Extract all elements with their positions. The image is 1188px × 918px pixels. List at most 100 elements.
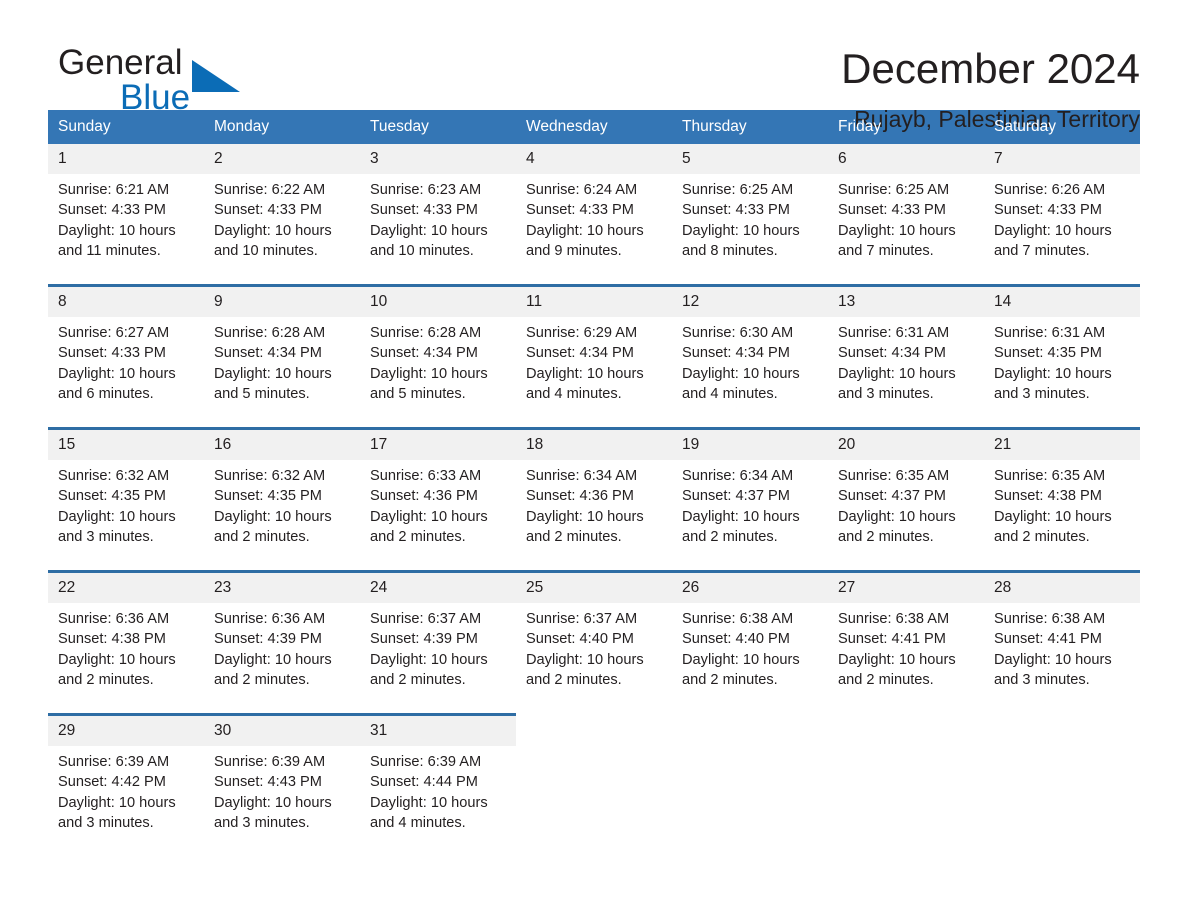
sunset-text: Sunset: 4:38 PM	[994, 488, 1102, 505]
sunrise-text: Sunrise: 6:26 AM	[994, 182, 1106, 198]
day-number-cell[interactable]: 5	[672, 144, 828, 174]
day-detail-cell: Sunrise: 6:27 AM Sunset: 4:33 PM Daylight:…	[48, 317, 204, 429]
daylight-text-line2: and 3 minutes.	[994, 671, 1090, 688]
day-number-cell[interactable]: 28	[984, 570, 1140, 603]
daylight-text-line1: Daylight: 10 hours	[838, 222, 956, 239]
sunset-text: Sunset: 4:33 PM	[370, 202, 478, 219]
daylight-text-line1: Daylight: 10 hours	[370, 794, 488, 811]
daylight-text-line1: Daylight: 10 hours	[682, 508, 800, 525]
sunset-text: Sunset: 4:33 PM	[838, 202, 946, 219]
day-number-cell[interactable]: 21	[984, 427, 1140, 460]
day-number-cell[interactable]: 23	[204, 570, 360, 603]
day-detail-empty	[828, 746, 984, 856]
sunrise-text: Sunrise: 6:37 AM	[370, 611, 482, 627]
sunrise-text: Sunrise: 6:39 AM	[58, 754, 170, 770]
day-number-cell[interactable]: 16	[204, 427, 360, 460]
daylight-text-line1: Daylight: 10 hours	[58, 508, 176, 525]
daylight-text-line2: and 7 minutes.	[838, 242, 934, 259]
day-number-cell[interactable]: 15	[48, 427, 204, 460]
day-number-cell[interactable]: 13	[828, 284, 984, 317]
sunset-text: Sunset: 4:33 PM	[682, 202, 790, 219]
day-number-cell[interactable]: 30	[204, 713, 360, 746]
daylight-text-line2: and 4 minutes.	[370, 814, 466, 831]
sunrise-text: Sunrise: 6:35 AM	[994, 468, 1106, 484]
day-detail-cell: Sunrise: 6:28 AM Sunset: 4:34 PM Daylight:…	[204, 317, 360, 429]
daylight-text-line1: Daylight: 10 hours	[58, 651, 176, 668]
sunset-text: Sunset: 4:33 PM	[526, 202, 634, 219]
sunrise-text: Sunrise: 6:25 AM	[838, 182, 950, 198]
day-number-cell[interactable]: 7	[984, 144, 1140, 174]
daylight-text-line1: Daylight: 10 hours	[526, 508, 644, 525]
day-number-cell[interactable]: 10	[360, 284, 516, 317]
day-number-cell[interactable]: 14	[984, 284, 1140, 317]
sunset-text: Sunset: 4:36 PM	[370, 488, 478, 505]
day-number-cell[interactable]: 29	[48, 713, 204, 746]
day-number-cell[interactable]: 8	[48, 284, 204, 317]
sunset-text: Sunset: 4:44 PM	[370, 774, 478, 791]
day-number-cell[interactable]: 12	[672, 284, 828, 317]
general-blue-logo[interactable]: General Blue	[48, 44, 248, 118]
daylight-text-line1: Daylight: 10 hours	[526, 222, 644, 239]
day-number-cell[interactable]: 4	[516, 144, 672, 174]
sunset-text: Sunset: 4:39 PM	[370, 631, 478, 648]
weekday-header-wednesday: Wednesday	[516, 110, 672, 144]
sunrise-text: Sunrise: 6:39 AM	[370, 754, 482, 770]
sunrise-text: Sunrise: 6:31 AM	[838, 325, 950, 341]
day-number-cell[interactable]: 2	[204, 144, 360, 174]
sunrise-text: Sunrise: 6:34 AM	[526, 468, 638, 484]
day-number-cell[interactable]: 1	[48, 144, 204, 174]
day-number-empty	[828, 713, 984, 746]
daylight-text-line2: and 2 minutes.	[838, 528, 934, 545]
day-number-cell[interactable]: 9	[204, 284, 360, 317]
daylight-text-line1: Daylight: 10 hours	[58, 365, 176, 382]
location-subtitle: Rujayb, Palestinian Territory	[854, 106, 1140, 132]
week-detail-row: Sunrise: 6:27 AM Sunset: 4:33 PM Daylight:…	[48, 317, 1140, 429]
daylight-text-line1: Daylight: 10 hours	[682, 222, 800, 239]
day-number-cell[interactable]: 25	[516, 570, 672, 603]
day-number-cell[interactable]: 20	[828, 427, 984, 460]
sunrise-text: Sunrise: 6:38 AM	[682, 611, 794, 627]
daylight-text-line2: and 10 minutes.	[370, 242, 474, 259]
daylight-text-line2: and 2 minutes.	[526, 671, 622, 688]
daylight-text-line2: and 8 minutes.	[682, 242, 778, 259]
sunset-text: Sunset: 4:34 PM	[526, 345, 634, 362]
daylight-text-line2: and 2 minutes.	[214, 528, 310, 545]
day-number-cell[interactable]: 11	[516, 284, 672, 317]
daylight-text-line2: and 4 minutes.	[526, 385, 622, 402]
day-detail-cell: Sunrise: 6:38 AM Sunset: 4:41 PM Daylight:…	[828, 603, 984, 715]
daylight-text-line1: Daylight: 10 hours	[214, 365, 332, 382]
day-detail-cell: Sunrise: 6:32 AM Sunset: 4:35 PM Daylight:…	[48, 460, 204, 572]
week-daynumber-row: 29 30 31	[48, 713, 1140, 746]
day-detail-cell: Sunrise: 6:36 AM Sunset: 4:38 PM Daylight:…	[48, 603, 204, 715]
daylight-text-line2: and 2 minutes.	[682, 671, 778, 688]
daylight-text-line1: Daylight: 10 hours	[994, 365, 1112, 382]
sunset-text: Sunset: 4:43 PM	[214, 774, 322, 791]
day-number-cell[interactable]: 3	[360, 144, 516, 174]
sunset-text: Sunset: 4:34 PM	[838, 345, 946, 362]
day-number-cell[interactable]: 6	[828, 144, 984, 174]
day-number-cell[interactable]: 31	[360, 713, 516, 746]
week-daynumber-row: 1234567	[48, 144, 1140, 174]
day-number-cell[interactable]: 24	[360, 570, 516, 603]
day-number-cell[interactable]: 18	[516, 427, 672, 460]
day-number-cell[interactable]: 27	[828, 570, 984, 603]
calendar-body: 1 2 3 4 5 6 7 Sunrise: 6:21 AM Sunset: 4:33 PM Da…	[48, 144, 1140, 856]
day-detail-cell: Sunrise: 6:34 AM Sunset: 4:37 PM Daylight:…	[672, 460, 828, 572]
daylight-text-line2: and 5 minutes.	[214, 385, 310, 402]
daylight-text-line2: and 6 minutes.	[58, 385, 154, 402]
day-number-cell[interactable]: 17	[360, 427, 516, 460]
day-detail-cell: Sunrise: 6:29 AM Sunset: 4:34 PM Daylight:…	[516, 317, 672, 429]
title-block: December 2024 Rujayb, Palestinian Territ…	[841, 44, 1140, 136]
daylight-text-line1: Daylight: 10 hours	[370, 365, 488, 382]
daylight-text-line2: and 11 minutes.	[58, 242, 161, 259]
sunset-text: Sunset: 4:40 PM	[526, 631, 634, 648]
day-number-cell[interactable]: 19	[672, 427, 828, 460]
sunrise-text: Sunrise: 6:33 AM	[370, 468, 482, 484]
week-detail-row: Sunrise: 6:32 AM Sunset: 4:35 PM Daylight:…	[48, 460, 1140, 572]
week-detail-row: Sunrise: 6:36 AM Sunset: 4:38 PM Daylight:…	[48, 603, 1140, 715]
sunset-text: Sunset: 4:40 PM	[682, 631, 790, 648]
daylight-text-line2: and 9 minutes.	[526, 242, 622, 259]
day-number-cell[interactable]: 22	[48, 570, 204, 603]
day-number-cell[interactable]: 26	[672, 570, 828, 603]
day-detail-cell: Sunrise: 6:31 AM Sunset: 4:35 PM Daylight:…	[984, 317, 1140, 429]
